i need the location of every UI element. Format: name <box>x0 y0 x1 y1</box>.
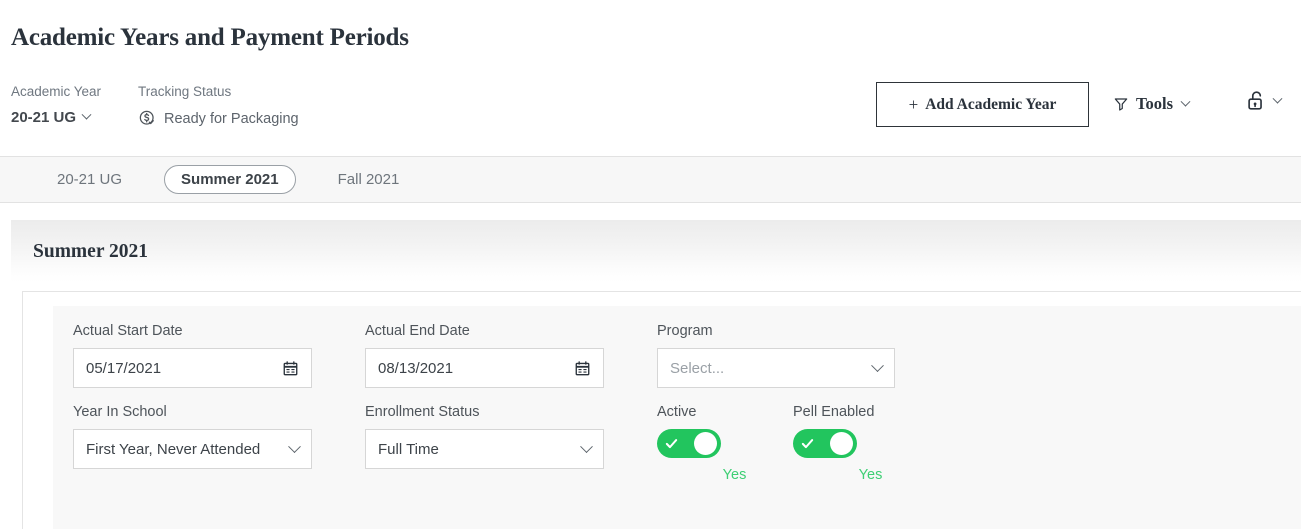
academic-year-field: Academic Year 20-21 UG <box>11 84 101 126</box>
active-label: Active <box>657 404 697 420</box>
tracking-status-field: Tracking Status Ready for Packaging <box>138 84 299 128</box>
section-title: Summer 2021 <box>33 241 149 262</box>
year-in-school-field: Year In School First Year, Never Attende… <box>73 403 365 469</box>
enrollment-status-label: Enrollment Status <box>365 404 480 420</box>
actual-end-date-field: Actual End Date 08/13/2021 <box>365 322 657 388</box>
add-academic-year-button[interactable]: + Add Academic Year <box>876 82 1089 127</box>
program-select[interactable]: Select... <box>657 348 895 388</box>
lock-menu-button[interactable] <box>1245 84 1283 118</box>
period-tabbar: 20-21 UG Summer 2021 Fall 2021 <box>0 156 1301 203</box>
plus-icon: + <box>908 95 919 114</box>
chevron-down-icon <box>580 439 593 453</box>
filter-funnel-icon <box>1113 96 1129 112</box>
chevron-down-icon <box>1180 96 1191 107</box>
section-header: Summer 2021 <box>11 220 1301 282</box>
calendar-icon[interactable] <box>574 360 591 377</box>
program-label: Program <box>657 323 713 339</box>
check-icon <box>800 436 815 451</box>
meta-toolbar-row: Academic Year 20-21 UG Tracking Status R… <box>0 78 1301 140</box>
pell-enabled-field: Pell Enabled Yes <box>793 403 929 483</box>
tab-fall-2021[interactable]: Fall 2021 <box>323 165 415 194</box>
year-in-school-value: First Year, Never Attended <box>86 440 261 458</box>
period-detail-card: Actual Start Date 05/17/2021 Actual End … <box>22 291 1301 529</box>
academic-year-value: 20-21 UG <box>11 109 77 126</box>
active-field: Active Yes <box>657 403 793 483</box>
toggle-knob <box>830 432 853 455</box>
academic-year-selector[interactable]: 20-21 UG <box>11 109 101 126</box>
page-title: Academic Years and Payment Periods <box>11 24 409 51</box>
academic-years-page: Academic Years and Payment Periods Acade… <box>0 0 1301 529</box>
academic-year-label: Academic Year <box>11 84 102 99</box>
program-field: Program Select... <box>657 322 895 388</box>
actual-end-date-label: Actual End Date <box>365 323 470 339</box>
chevron-down-icon <box>288 439 301 453</box>
pell-enabled-state-text: Yes <box>858 467 883 483</box>
actual-end-date-input[interactable]: 08/13/2021 <box>365 348 604 388</box>
check-icon <box>664 436 679 451</box>
add-academic-year-label: Add Academic Year <box>925 95 1057 113</box>
year-in-school-select[interactable]: First Year, Never Attended <box>73 429 312 469</box>
dollar-check-circle-icon <box>138 109 157 128</box>
tracking-status-value: Ready for Packaging <box>164 110 299 127</box>
chevron-down-icon <box>871 358 884 372</box>
tab-summer-2021[interactable]: Summer 2021 <box>164 165 296 194</box>
actual-start-date-value: 05/17/2021 <box>86 359 162 377</box>
calendar-icon[interactable] <box>282 360 299 377</box>
actual-start-date-field: Actual Start Date 05/17/2021 <box>73 322 365 388</box>
chevron-down-icon <box>81 109 92 120</box>
tools-label: Tools <box>1136 94 1173 113</box>
enrollment-status-select[interactable]: Full Time <box>365 429 604 469</box>
enrollment-status-field: Enrollment Status Full Time <box>365 403 657 469</box>
tab-academic-year[interactable]: 20-21 UG <box>42 165 137 194</box>
actual-start-date-input[interactable]: 05/17/2021 <box>73 348 312 388</box>
actual-start-date-label: Actual Start Date <box>73 323 183 339</box>
actual-end-date-value: 08/13/2021 <box>378 359 454 377</box>
pell-enabled-label: Pell Enabled <box>793 404 875 420</box>
tracking-status-label: Tracking Status <box>138 84 232 99</box>
tracking-status-value-group: Ready for Packaging <box>138 109 299 128</box>
tools-button[interactable]: Tools <box>1113 88 1191 120</box>
toggle-group: Active Yes Pell Enabled Yes <box>657 403 929 483</box>
toggle-knob <box>694 432 717 455</box>
active-state-text: Yes <box>722 467 747 483</box>
period-form: Actual Start Date 05/17/2021 Actual End … <box>53 306 1301 529</box>
form-row-1: Actual Start Date 05/17/2021 Actual End … <box>73 322 1301 388</box>
form-row-2: Year In School First Year, Never Attende… <box>73 403 1301 483</box>
pell-enabled-toggle[interactable] <box>793 429 857 458</box>
enrollment-status-value: Full Time <box>378 440 439 458</box>
year-in-school-label: Year In School <box>73 404 167 420</box>
unlocked-padlock-icon <box>1245 89 1267 113</box>
chevron-down-icon <box>1272 93 1283 104</box>
active-toggle[interactable] <box>657 429 721 458</box>
program-value: Select... <box>670 359 725 377</box>
